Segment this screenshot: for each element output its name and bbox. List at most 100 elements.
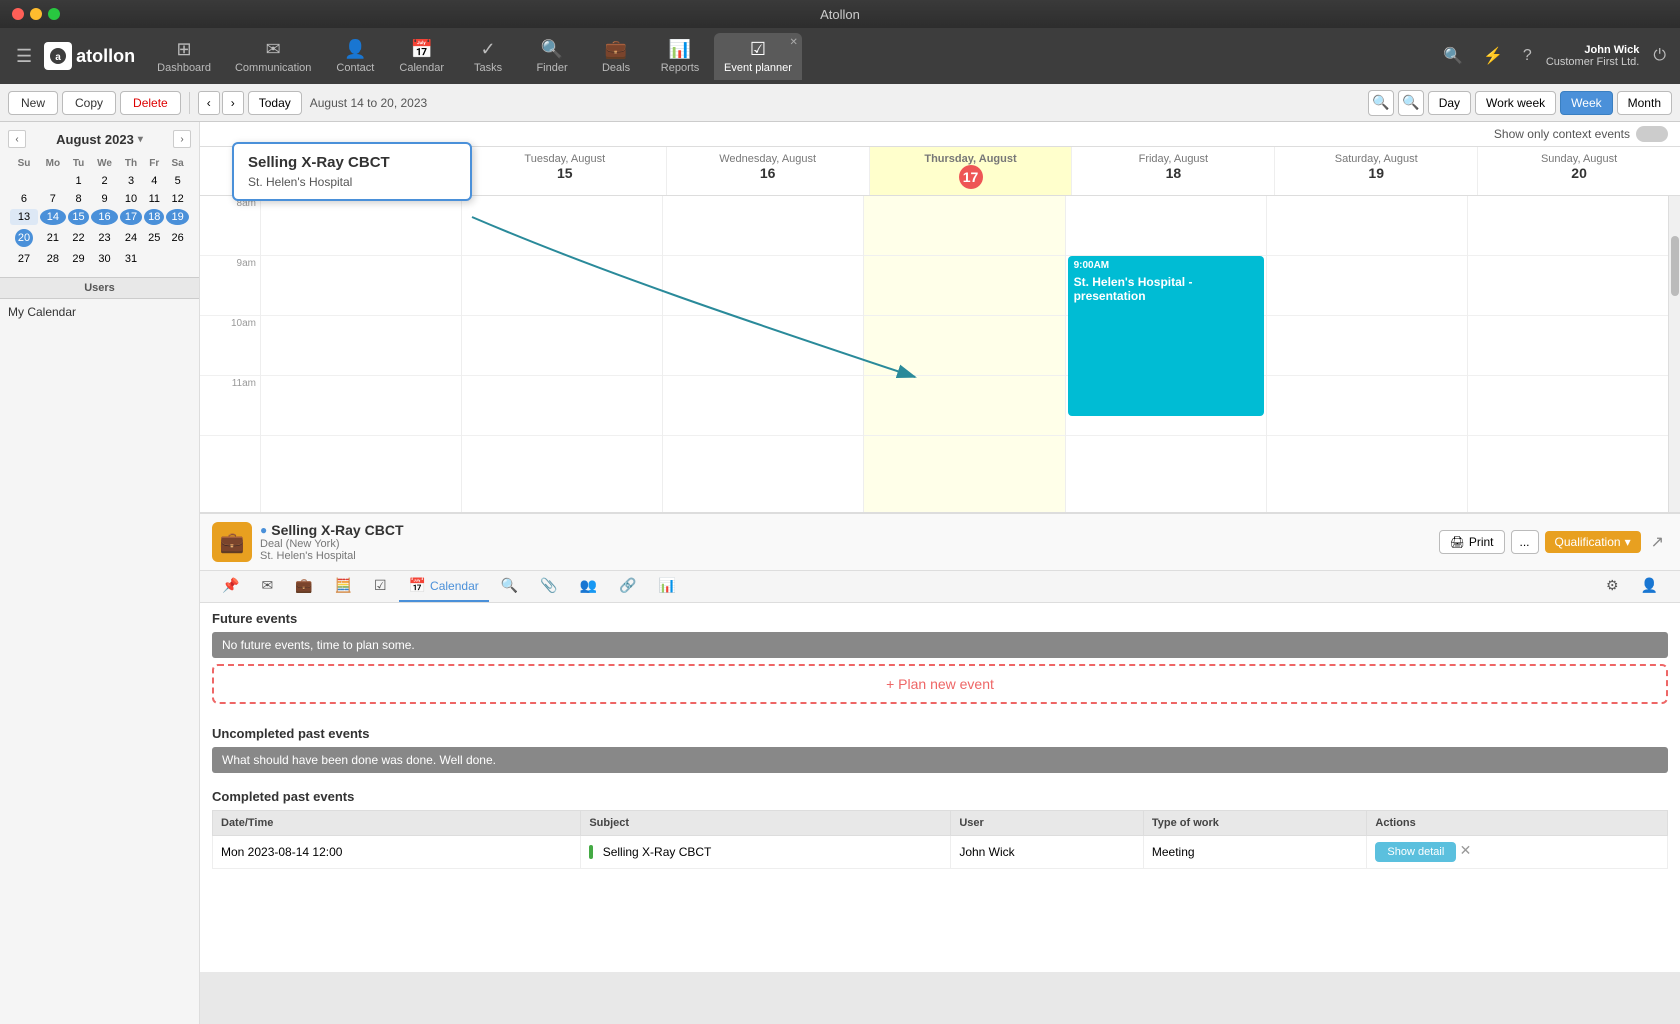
cal-day[interactable]: 14 [40,209,66,225]
show-detail-button[interactable]: Show detail [1375,842,1456,862]
scrollbar-thumb[interactable] [1671,236,1679,296]
cal-day[interactable]: 21 [40,227,66,249]
cal-day[interactable]: 17 [120,209,143,225]
nav-calendar[interactable]: 📅 Calendar [389,33,454,80]
tab-people[interactable]: 👥 [570,571,607,602]
tab-email[interactable]: ✉ [251,571,283,602]
delete-button[interactable]: Delete [120,91,181,115]
cal-col-thu[interactable] [863,196,1064,512]
cal-col-sun[interactable] [1467,196,1668,512]
tab-calc[interactable]: 🧮 [325,571,362,602]
cal-day[interactable]: 18 [144,209,164,225]
cal-day[interactable] [40,173,66,189]
nav-dashboard[interactable]: ⊞ Dashboard [147,33,221,80]
help-btn[interactable]: ? [1517,41,1538,71]
print-button[interactable]: 🖨 Print [1439,530,1505,554]
cal-day[interactable]: 13 [10,209,38,225]
week-view-btn[interactable]: Week [1560,91,1612,115]
cal-day[interactable]: 10 [120,191,143,207]
workweek-view-btn[interactable]: Work week [1475,91,1556,115]
plan-event-button[interactable]: + Plan new event [212,664,1668,704]
prev-period-btn[interactable]: ‹ [198,91,220,115]
cal-today[interactable]: 20 [10,227,38,249]
cal-col-sat[interactable] [1266,196,1467,512]
nav-communication[interactable]: ✉ Communication [225,33,321,80]
tab-clip[interactable]: 📎 [530,571,567,602]
cal-day[interactable]: 3 [120,173,143,189]
nav-event-planner[interactable]: ☑ Event planner ✕ [714,33,802,80]
cal-day[interactable]: 31 [120,251,143,267]
cal-day[interactable]: 6 [10,191,38,207]
cal-day[interactable]: 26 [166,227,189,249]
hamburger-menu[interactable]: ☰ [8,38,40,75]
tab-check[interactable]: ☑ [364,571,397,602]
window-controls[interactable] [12,8,60,20]
event-popup[interactable]: Selling X-Ray CBCT St. Helen's Hospital [232,142,472,201]
nav-deals[interactable]: 💼 Deals [586,33,646,80]
cal-day[interactable]: 19 [166,209,189,225]
cal-day[interactable]: 28 [40,251,66,267]
month-view-btn[interactable]: Month [1617,91,1672,115]
nav-finder[interactable]: 🔍 Finder [522,33,582,80]
new-button[interactable]: New [8,91,58,115]
cal-day[interactable]: 16 [91,209,117,225]
expand-button[interactable]: ↗ [1647,528,1668,556]
nav-tasks[interactable]: ✓ Tasks [458,33,518,80]
close-button[interactable] [12,8,24,20]
cal-day[interactable]: 24 [120,227,143,249]
today-button[interactable]: Today [248,91,302,115]
mini-cal-next[interactable]: › [173,130,191,148]
cal-day[interactable]: 8 [68,191,90,207]
cal-day[interactable]: 12 [166,191,189,207]
lightning-btn[interactable]: ⚡ [1477,40,1509,72]
nav-contact[interactable]: 👤 Contact [325,33,385,80]
show-context-toggle[interactable] [1636,126,1668,142]
app-logo[interactable]: a atollon [44,42,135,70]
qualification-button[interactable]: Qualification ▾ [1545,531,1641,553]
cal-day[interactable]: 1 [68,173,90,189]
cal-day[interactable]: 7 [40,191,66,207]
logout-btn[interactable]: ⏻ [1647,41,1672,71]
cal-day[interactable]: 15 [68,209,90,225]
tab-calendar[interactable]: 📅 Calendar [399,571,489,602]
search-btn[interactable]: 🔍 [1437,40,1469,72]
tab-person[interactable]: 👤 [1631,571,1668,602]
user-info[interactable]: John Wick Customer First Ltd. [1546,44,1640,68]
cal-day[interactable]: 5 [166,173,189,189]
next-period-btn[interactable]: › [222,91,244,115]
cal-day[interactable]: 2 [91,173,117,189]
tab-settings[interactable]: ⚙ [1596,571,1629,602]
mini-cal-prev[interactable]: ‹ [8,130,26,148]
fullscreen-button[interactable] [48,8,60,20]
nav-close-btn[interactable]: ✕ [790,37,798,48]
cal-day[interactable]: 25 [144,227,164,249]
cal-col-wed[interactable] [662,196,863,512]
cal-day[interactable]: 27 [10,251,38,267]
cal-day[interactable]: 9 [91,191,117,207]
cal-day[interactable]: 22 [68,227,90,249]
zoom-in-btn[interactable]: 🔍 [1368,90,1394,116]
tab-search[interactable]: 🔍 [491,571,528,602]
cal-day[interactable] [144,251,164,267]
tab-briefcase[interactable]: 💼 [285,571,322,602]
nav-reports[interactable]: 📊 Reports [650,33,710,80]
zoom-out-btn[interactable]: 🔍 [1398,90,1424,116]
cal-day[interactable]: 29 [68,251,90,267]
cal-day[interactable]: 11 [144,191,164,207]
cal-col-mon[interactable] [260,196,461,512]
more-button[interactable]: ... [1511,530,1539,554]
cal-day[interactable]: 4 [144,173,164,189]
cal-day[interactable]: 30 [91,251,117,267]
cal-day[interactable] [10,173,38,189]
scrollbar[interactable] [1668,196,1680,512]
cal-col-fri[interactable]: 9:00AM St. Helen's Hospital - presentati… [1065,196,1266,512]
cal-day[interactable] [166,251,189,267]
cal-event-hospital[interactable]: 9:00AM St. Helen's Hospital - presentati… [1068,256,1264,416]
minimize-button[interactable] [30,8,42,20]
my-calendar-item[interactable]: My Calendar [0,299,199,325]
row-close-button[interactable]: ✕ [1460,842,1472,859]
cal-col-tue[interactable] [461,196,662,512]
copy-button[interactable]: Copy [62,91,116,115]
tab-share[interactable]: 🔗 [609,571,646,602]
day-view-btn[interactable]: Day [1428,91,1471,115]
